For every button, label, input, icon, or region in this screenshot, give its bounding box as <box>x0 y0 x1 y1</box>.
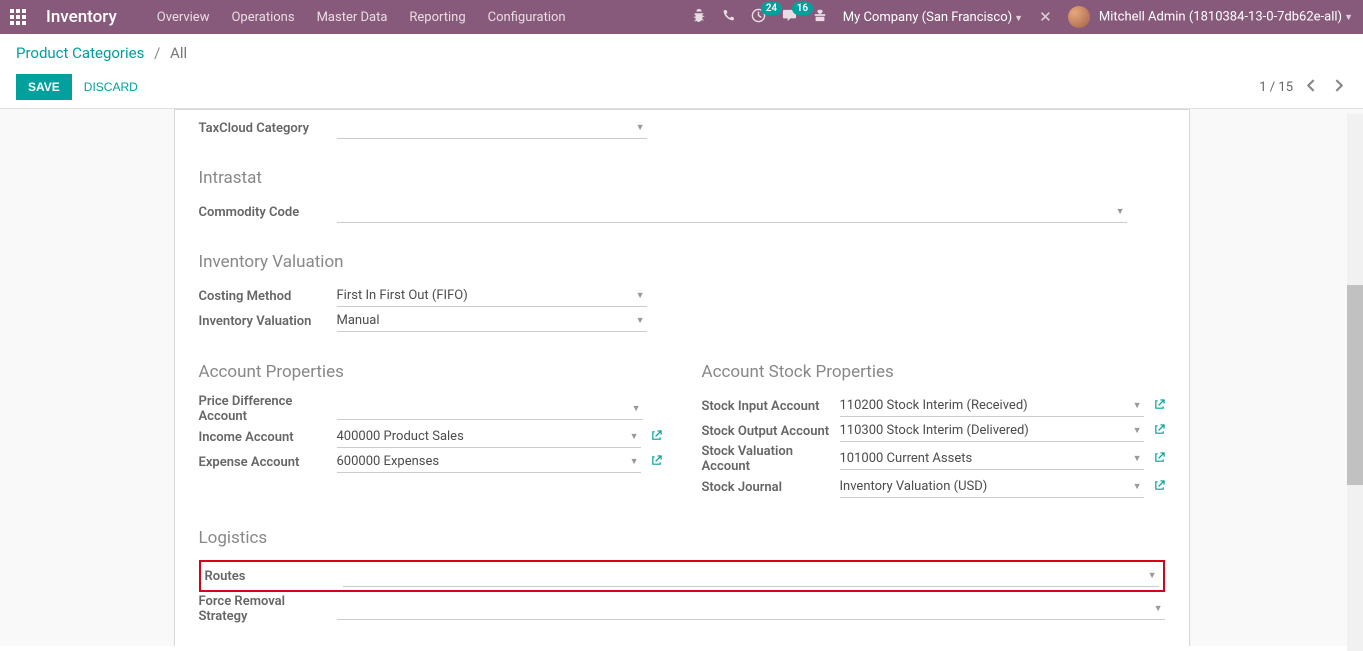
force-removal-label: Force Removal Strategy <box>199 594 337 624</box>
control-panel: Product Categories / All SAVE DISCARD 1 … <box>0 34 1363 109</box>
external-link-icon[interactable] <box>1154 424 1165 438</box>
pager-next[interactable] <box>1330 77 1347 98</box>
taxcloud-label: TaxCloud Category <box>199 121 337 136</box>
phone-icon[interactable] <box>722 9 735 26</box>
save-button[interactable]: SAVE <box>16 74 72 100</box>
force-removal-field[interactable]: ▼ <box>337 598 1165 620</box>
pager-text[interactable]: 1 / 15 <box>1259 80 1293 95</box>
discuss-badge: 16 <box>792 2 813 15</box>
income-label: Income Account <box>199 430 337 445</box>
external-link-icon[interactable] <box>651 455 662 469</box>
account-props-title: Account Properties <box>199 362 662 382</box>
stock-output-label: Stock Output Account <box>702 424 840 439</box>
stock-valuation-field[interactable]: 101000 Current Assets▼ <box>840 448 1144 470</box>
costing-method-label: Costing Method <box>199 289 337 304</box>
apps-icon[interactable] <box>10 9 26 25</box>
commodity-label: Commodity Code <box>199 205 337 220</box>
pager: 1 / 15 <box>1259 77 1347 98</box>
taxcloud-field[interactable]: ▼ <box>337 117 647 139</box>
income-field[interactable]: 400000 Product Sales▼ <box>337 426 641 448</box>
activity-icon[interactable]: 24 <box>751 8 766 27</box>
activity-badge: 24 <box>761 2 782 15</box>
expense-field[interactable]: 600000 Expenses▼ <box>337 451 641 473</box>
top-navbar: Inventory Overview Operations Master Dat… <box>0 0 1363 34</box>
breadcrumb: Product Categories / All <box>16 44 1347 62</box>
inventory-valuation-label: Inventory Valuation <box>199 314 337 329</box>
form-scroll-area[interactable]: TaxCloud Category ▼ Intrastat Commodity … <box>0 109 1363 646</box>
external-link-icon[interactable] <box>1154 399 1165 413</box>
pager-prev[interactable] <box>1303 77 1320 98</box>
stock-valuation-label: Stock Valuation Account <box>702 444 840 474</box>
commodity-field[interactable]: ▼ <box>337 201 1127 223</box>
menu-operations[interactable]: Operations <box>231 10 294 25</box>
avatar <box>1068 6 1090 28</box>
external-link-icon[interactable] <box>1154 452 1165 466</box>
price-diff-label: Price Difference Account <box>199 394 337 424</box>
costing-method-field[interactable]: First In First Out (FIFO)▼ <box>337 285 647 307</box>
discard-button[interactable]: DISCARD <box>72 74 150 100</box>
external-link-icon[interactable] <box>1154 480 1165 494</box>
stock-output-field[interactable]: 110300 Stock Interim (Delivered)▼ <box>840 420 1144 442</box>
intrastat-title: Intrastat <box>199 168 1165 188</box>
routes-field[interactable]: ▼ <box>343 565 1159 587</box>
routes-label: Routes <box>205 569 343 584</box>
discuss-icon[interactable]: 16 <box>782 8 797 27</box>
stock-props-title: Account Stock Properties <box>702 362 1165 382</box>
scrollbar-thumb[interactable] <box>1347 285 1363 485</box>
menu-configuration[interactable]: Configuration <box>488 10 566 25</box>
form-sheet: TaxCloud Category ▼ Intrastat Commodity … <box>174 109 1190 646</box>
menu-overview[interactable]: Overview <box>157 10 210 25</box>
user-menu[interactable]: Mitchell Admin (1810384-13-0-7db62e-all)… <box>1068 6 1353 28</box>
menu-reporting[interactable]: Reporting <box>409 10 465 25</box>
breadcrumb-current: All <box>170 44 187 62</box>
systray: 24 16 My Company (San Francisco)▼ ✕ Mitc… <box>692 6 1353 28</box>
stock-input-field[interactable]: 110200 Stock Interim (Received)▼ <box>840 395 1144 417</box>
stock-journal-label: Stock Journal <box>702 480 840 495</box>
menu-master-data[interactable]: Master Data <box>317 10 388 25</box>
expense-label: Expense Account <box>199 455 337 470</box>
routes-highlight: Routes ▼ <box>199 560 1165 592</box>
gift-icon[interactable] <box>813 8 827 26</box>
inventory-valuation-title: Inventory Valuation <box>199 252 1165 272</box>
close-icon[interactable]: ✕ <box>1039 8 1052 26</box>
logistics-title: Logistics <box>199 528 1165 548</box>
main-menu: Overview Operations Master Data Reportin… <box>157 10 566 25</box>
app-name[interactable]: Inventory <box>46 7 117 27</box>
external-link-icon[interactable] <box>651 430 662 444</box>
inventory-valuation-field[interactable]: Manual▼ <box>337 310 647 332</box>
stock-input-label: Stock Input Account <box>702 399 840 414</box>
bug-icon[interactable] <box>692 8 706 26</box>
company-selector[interactable]: My Company (San Francisco)▼ <box>843 10 1023 25</box>
breadcrumb-root[interactable]: Product Categories <box>16 44 144 62</box>
stock-journal-field[interactable]: Inventory Valuation (USD)▼ <box>840 476 1144 498</box>
price-diff-field[interactable]: ▼ <box>337 398 643 420</box>
